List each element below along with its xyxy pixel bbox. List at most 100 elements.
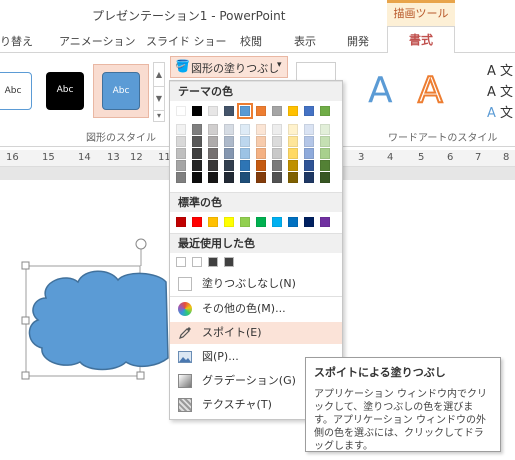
rotation-handle-icon[interactable] [135,238,147,250]
theme-shade-swatch[interactable] [208,136,218,147]
tab-animations[interactable]: アニメーション [59,33,136,49]
recent-color-swatch[interactable] [208,257,218,267]
tab-developer[interactable]: 開発 [347,33,369,49]
theme-shade-swatch[interactable] [224,148,234,159]
theme-shade-swatch[interactable] [256,172,266,183]
theme-shade-swatch[interactable] [320,172,330,183]
theme-color-swatch[interactable] [237,103,253,119]
theme-shade-swatch[interactable] [176,124,186,135]
theme-color-swatch[interactable] [320,106,330,116]
theme-shade-swatch[interactable] [288,148,298,159]
theme-shade-swatch[interactable] [240,148,250,159]
standard-color-swatch[interactable] [320,217,330,227]
no-fill-item[interactable]: 塗りつぶしなし(N) [170,273,342,295]
wordart-style-blue[interactable]: A [368,70,393,111]
theme-shade-swatch[interactable] [304,160,314,171]
theme-color-swatch[interactable] [256,106,266,116]
theme-color-swatch[interactable] [208,106,218,116]
gallery-down-icon[interactable]: ▼ [153,86,165,112]
gallery-more-icon[interactable]: ▾ [153,110,165,122]
theme-shade-swatch[interactable] [176,172,186,183]
theme-shade-swatch[interactable] [208,124,218,135]
recent-color-swatch[interactable] [192,257,202,267]
tab-transitions[interactable]: り替え [0,33,33,49]
theme-shade-swatch[interactable] [272,160,282,171]
standard-color-swatch[interactable] [288,217,298,227]
theme-shade-swatch[interactable] [224,160,234,171]
standard-color-swatch[interactable] [224,217,234,227]
standard-color-swatch[interactable] [240,217,250,227]
theme-shade-swatch[interactable] [272,172,282,183]
theme-shade-swatch[interactable] [192,136,202,147]
theme-shade-swatch[interactable] [288,172,298,183]
eyedropper-item[interactable]: スポイト(E) [170,322,342,344]
theme-shade-swatch[interactable] [224,172,234,183]
recent-color-swatch[interactable] [176,257,186,267]
shape-style-black[interactable]: Abc [46,72,84,110]
theme-shade-swatch[interactable] [272,148,282,159]
theme-shade-swatch[interactable] [272,136,282,147]
theme-shade-swatch[interactable] [240,124,250,135]
standard-color-swatch[interactable] [256,217,266,227]
theme-shade-swatch[interactable] [256,124,266,135]
resize-handle[interactable] [21,316,30,325]
theme-shade-swatch[interactable] [256,136,266,147]
theme-shade-swatch[interactable] [288,136,298,147]
tab-format[interactable]: 書式 [387,26,455,54]
theme-color-swatch[interactable] [176,106,186,116]
theme-shade-swatch[interactable] [192,160,202,171]
theme-shade-swatch[interactable] [192,148,202,159]
cloud-shape[interactable] [18,238,178,383]
theme-shade-swatch[interactable] [272,124,282,135]
theme-shade-swatch[interactable] [240,160,250,171]
theme-shade-swatch[interactable] [320,160,330,171]
theme-shade-swatch[interactable] [256,148,266,159]
theme-shade-swatch[interactable] [176,160,186,171]
theme-shade-swatch[interactable] [208,172,218,183]
theme-shade-swatch[interactable] [240,172,250,183]
theme-shade-swatch[interactable] [320,136,330,147]
shape-style-outline[interactable]: Abc [0,72,32,110]
text-effects-icon[interactable]: A 文 [487,102,513,121]
standard-color-swatch[interactable] [272,217,282,227]
theme-shade-swatch[interactable] [192,124,202,135]
theme-color-swatch[interactable] [304,106,314,116]
shape-style-blue[interactable]: Abc [102,72,140,110]
theme-shade-swatch[interactable] [224,124,234,135]
theme-shade-swatch[interactable] [208,148,218,159]
theme-color-swatch[interactable] [272,106,282,116]
theme-shade-swatch[interactable] [208,160,218,171]
theme-shade-swatch[interactable] [320,124,330,135]
theme-shade-swatch[interactable] [176,148,186,159]
resize-handle[interactable] [21,261,30,270]
tab-slideshow[interactable]: スライド ショー [146,33,227,49]
gallery-up-icon[interactable]: ▲ [153,62,165,88]
theme-color-swatch[interactable] [192,106,202,116]
theme-shade-swatch[interactable] [224,136,234,147]
shape-fill-button[interactable]: 🪣 図形の塗りつぶし ▾ [170,56,288,78]
more-colors-item[interactable]: その他の色(M)... [170,298,342,320]
resize-handle[interactable] [136,371,145,380]
theme-shade-swatch[interactable] [304,124,314,135]
theme-color-swatch[interactable] [288,106,298,116]
theme-shade-swatch[interactable] [288,124,298,135]
text-fill-icon[interactable]: A 文 [487,60,513,79]
theme-color-swatch[interactable] [224,106,234,116]
theme-shade-swatch[interactable] [176,136,186,147]
standard-color-swatch[interactable] [208,217,218,227]
wordart-style-orange-outline[interactable]: A [417,69,444,112]
standard-color-swatch[interactable] [192,217,202,227]
theme-shade-swatch[interactable] [304,172,314,183]
theme-shade-swatch[interactable] [304,136,314,147]
recent-color-swatch[interactable] [224,257,234,267]
theme-shade-swatch[interactable] [304,148,314,159]
theme-shade-swatch[interactable] [288,160,298,171]
theme-shade-swatch[interactable] [320,148,330,159]
standard-color-swatch[interactable] [176,217,186,227]
resize-handle[interactable] [21,371,30,380]
theme-shade-swatch[interactable] [256,160,266,171]
text-outline-icon[interactable]: A 文 [487,81,513,100]
tab-view[interactable]: 表示 [294,33,316,49]
theme-shade-swatch[interactable] [240,136,250,147]
tab-review[interactable]: 校閲 [240,33,262,49]
